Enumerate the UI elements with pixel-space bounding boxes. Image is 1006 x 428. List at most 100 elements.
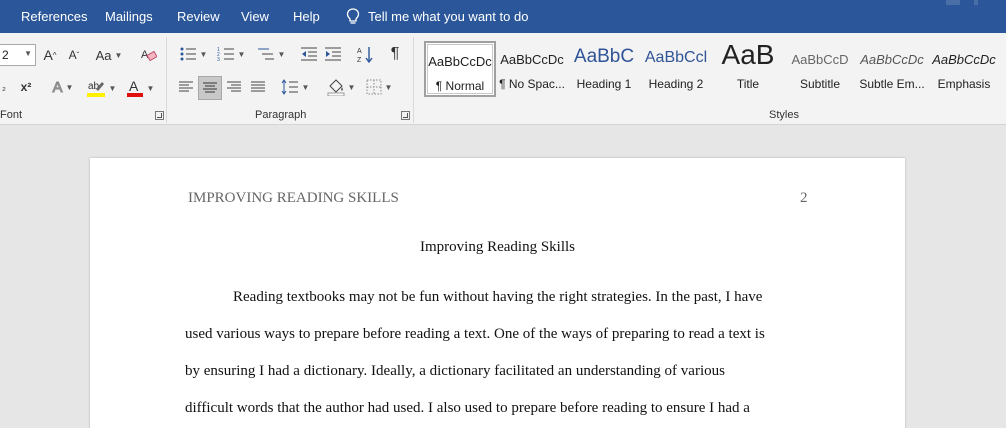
justify-icon [251,81,265,92]
align-left-icon [179,81,193,92]
svg-text:3: 3 [217,57,220,62]
style-subtle-emphasis[interactable]: AaBbCcDc Subtle Em... [856,41,928,97]
bullet-list-icon [180,47,196,61]
style-name: ¶ No Spac... [499,77,565,91]
decrease-indent-icon [301,47,317,61]
highlighter-icon: ab [86,81,105,97]
chevron-down-icon: ▼ [114,50,123,60]
borders-button[interactable]: ▼ [362,76,396,98]
chevron-down-icon: ▼ [199,49,208,59]
style-sample: AaBbCcD [791,52,849,67]
chevron-down-icon: ▼ [301,82,310,92]
shading-button[interactable]: ▼ [324,76,358,98]
group-separator [413,37,414,123]
clear-formatting-button[interactable]: A [138,44,160,66]
change-case-button[interactable]: Aa ▼ [92,45,126,65]
tab-help[interactable]: Help [293,9,320,24]
chevron-down-icon: ▼ [277,49,286,59]
text-effects-button[interactable]: A ▼ [48,77,78,97]
lightbulb-icon [346,8,360,25]
text-effects-icon: A [52,78,63,96]
style-title[interactable]: AaB Title [712,39,784,97]
font-group-label: Font [0,109,23,121]
styles-group-label: Styles [769,109,799,121]
style-heading-2[interactable]: AaBbCcl Heading 2 [640,41,712,97]
chevron-down-icon: ▼ [347,82,356,92]
paragraph-group-label: Paragraph [255,109,307,121]
numbered-list-icon: 123 [217,47,234,62]
tell-me-search[interactable]: Tell me what you want to do [346,8,528,25]
account-icon-fragment [946,0,960,5]
multilevel-list-button[interactable]: ▼ [254,43,288,65]
tab-mailings[interactable]: Mailings [105,9,153,24]
superscript-button[interactable]: x² [17,77,35,97]
align-center-button[interactable] [198,76,222,100]
justify-button[interactable] [248,76,268,98]
style-sample: AaBbCcl [644,49,708,66]
document-page[interactable]: IMPROVING READING SKILLS 2 Improving Rea… [90,158,905,428]
style-emphasis[interactable]: AaBbCcDc Emphasis [928,41,1000,97]
align-right-icon [227,81,241,92]
bullets-button[interactable]: ▼ [176,43,210,65]
style-sample: AaBbC [573,46,635,67]
chevron-down-icon: ▼ [146,83,155,93]
tell-me-label: Tell me what you want to do [368,9,529,24]
ribbon-tab-bar: References Mailings Review View Help Tel… [0,0,1006,33]
running-header: IMPROVING READING SKILLS [188,190,399,206]
chevron-down-icon: ▼ [65,82,74,92]
numbering-button[interactable]: 123 ▼ [214,43,248,65]
body-line: by ensuring I had a dictionary. Ideally,… [185,363,725,379]
decrease-indent-button[interactable] [298,43,320,65]
body-line: difficult words that the author had used… [185,400,750,416]
increase-indent-button[interactable] [322,43,344,65]
line-spacing-icon [281,79,298,95]
increase-indent-icon [325,47,341,61]
body-line: used various ways to prepare before read… [185,326,765,342]
align-right-button[interactable] [224,76,244,98]
tab-view[interactable]: View [241,9,269,24]
multilevel-list-icon [257,48,274,60]
chevron-down-icon: ▼ [237,49,246,59]
highlight-color-button[interactable]: ab ▼ [84,77,118,99]
style-name: Heading 1 [576,77,632,91]
align-left-button[interactable] [176,76,196,98]
group-separator [166,37,167,123]
tab-review[interactable]: Review [177,9,220,24]
page-number: 2 [800,190,808,206]
style-name: Subtitle [799,77,841,91]
show-formatting-button[interactable]: ¶ [384,43,406,65]
line-spacing-button[interactable]: ▼ [278,76,312,98]
sort-button[interactable]: AZ [354,43,376,65]
sort-icon: AZ [357,47,373,63]
style-normal[interactable]: AaBbCcDc ¶ Normal [424,41,496,97]
chevron-down-icon: ▼ [108,83,117,93]
style-name: ¶ Normal [435,79,485,93]
chevron-down-icon: ▼ [384,82,393,92]
tab-references[interactable]: References [21,9,87,24]
body-line: Reading textbooks may not be fun without… [233,289,763,305]
document-title: Improving Reading Skills [420,239,575,255]
font-dialog-launcher[interactable] [155,111,164,120]
style-sample: AaBbCcDc [500,52,564,67]
subscript-button[interactable]: ₂ [0,77,11,97]
shrink-font-button[interactable]: Aˇ [64,45,84,65]
style-heading-1[interactable]: AaBbC Heading 1 [568,41,640,97]
grow-font-button[interactable]: A ^ [40,45,60,65]
style-no-spacing[interactable]: AaBbCcDc ¶ No Spac... [496,41,568,97]
borders-icon [366,79,382,95]
paragraph-dialog-launcher[interactable] [401,111,410,120]
ribbon: 2 ▼ A ^ Aˇ Aa ▼ A ₂ x² A ▼ ab ▼ A ▼ Font ▼ … [0,33,1006,125]
eraser-icon: A [141,49,157,62]
align-center-icon [203,82,217,93]
font-size-box[interactable]: 2 ▼ [0,44,36,66]
svg-text:A: A [129,78,139,94]
style-subtitle[interactable]: AaBbCcD Subtitle [784,41,856,97]
svg-text:Z: Z [357,57,362,63]
font-color-button[interactable]: A ▼ [122,77,158,99]
chevron-down-icon: ▼ [24,49,32,58]
style-sample: AaB [721,39,775,70]
style-sample: AaBbCcDc [932,52,996,67]
paint-bucket-icon [327,79,345,96]
style-name: Subtle Em... [859,77,925,91]
style-sample: AaBbCcDc [860,52,924,67]
